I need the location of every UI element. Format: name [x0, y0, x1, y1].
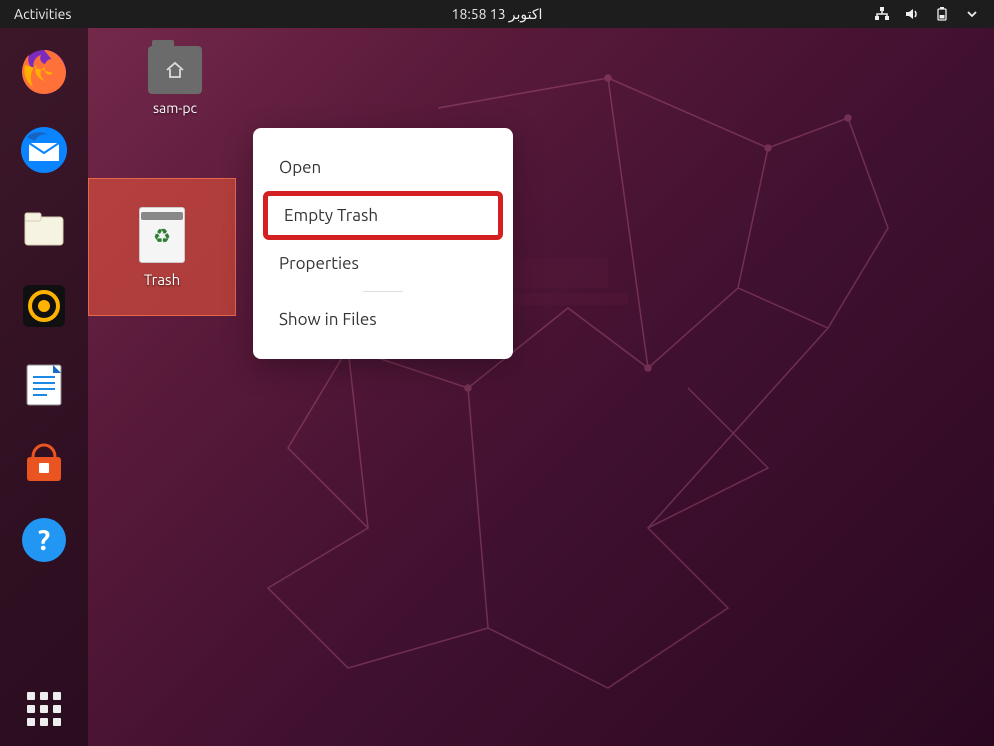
desktop[interactable]: sam-pc ♻ Trash Open Empty Trash Properti…	[88, 28, 994, 746]
menu-item-show-in-files[interactable]: Show in Files	[253, 296, 513, 343]
dock-item-rhythmbox[interactable]	[16, 278, 72, 334]
volume-icon[interactable]	[904, 6, 920, 22]
svg-text:?: ?	[38, 525, 50, 556]
folder-icon	[148, 46, 202, 94]
trash-icon: ♻	[139, 207, 185, 263]
wallpaper-art	[88, 28, 994, 746]
battery-icon[interactable]	[934, 6, 950, 22]
dock: ?	[0, 28, 88, 746]
dock-item-writer[interactable]	[16, 356, 72, 412]
menu-separator	[363, 291, 403, 292]
show-applications-button[interactable]	[27, 692, 61, 726]
top-bar: Activities اكتوبر 13 18:58	[0, 0, 994, 28]
dock-item-thunderbird[interactable]	[16, 122, 72, 178]
menu-item-empty-trash[interactable]: Empty Trash	[263, 191, 503, 240]
desktop-icon-label: sam-pc	[153, 100, 197, 116]
menu-item-properties[interactable]: Properties	[253, 240, 513, 287]
dock-item-files[interactable]	[16, 200, 72, 256]
context-menu: Open Empty Trash Properties Show in File…	[253, 128, 513, 359]
menu-item-open[interactable]: Open	[253, 144, 513, 191]
dock-item-help[interactable]: ?	[16, 512, 72, 568]
network-icon[interactable]	[874, 6, 890, 22]
trash-label: Trash	[144, 271, 180, 288]
activities-button[interactable]: Activities	[0, 6, 85, 22]
chevron-down-icon[interactable]	[964, 6, 980, 22]
dock-item-firefox[interactable]	[16, 44, 72, 100]
desktop-icon-home[interactable]: sam-pc	[130, 46, 220, 116]
system-tray[interactable]	[874, 6, 994, 22]
desktop-icon-trash[interactable]: ♻ Trash	[88, 178, 236, 316]
clock[interactable]: اكتوبر 13 18:58	[452, 6, 543, 23]
dock-item-software[interactable]	[16, 434, 72, 490]
